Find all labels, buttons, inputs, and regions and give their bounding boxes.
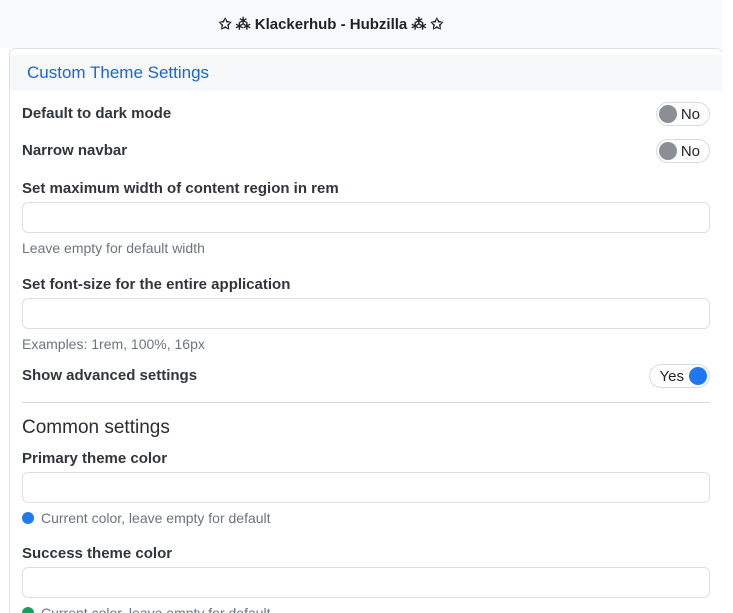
success-color-input[interactable] [22,567,710,598]
common-settings-heading: Common settings [22,415,710,441]
setting-row-narrow-navbar: Narrow navbar No [22,139,710,163]
success-color-label: Success theme color [22,544,710,564]
section-divider [22,402,710,403]
site-title: ✩ ⁂ Klackerhub - Hubzilla ⁂ ✩ [0,15,662,33]
advanced-settings-label: Show advanced settings [22,366,197,386]
top-navbar: ✩ ⁂ Klackerhub - Hubzilla ⁂ ✩ [0,0,722,48]
toggle-knob-icon [659,142,677,160]
success-color-help-text: Current color, leave empty for default [41,605,271,613]
setting-row-advanced: Show advanced settings Yes [22,364,710,388]
primary-color-help: Current color, leave empty for default [22,509,710,527]
toggle-knob-icon [689,367,707,385]
dark-mode-toggle-state: No [681,106,700,123]
dark-mode-label: Default to dark mode [22,104,171,124]
font-size-help: Examples: 1rem, 100%, 16px [22,335,710,353]
primary-color-dot-icon [22,512,34,524]
success-color-dot-icon [22,607,34,613]
primary-color-help-text: Current color, leave empty for default [41,510,271,526]
narrow-navbar-toggle-state: No [681,143,700,160]
advanced-settings-toggle-state: Yes [660,368,684,385]
narrow-navbar-label: Narrow navbar [22,141,127,161]
dark-mode-toggle[interactable]: No [656,102,710,126]
panel-title: Custom Theme Settings [10,55,722,91]
setting-row-dark-mode: Default to dark mode No [22,102,710,126]
max-width-input[interactable] [22,202,710,233]
font-size-input[interactable] [22,298,710,329]
custom-theme-settings-panel: Custom Theme Settings Default to dark mo… [9,48,723,613]
success-color-help: Current color, leave empty for default [22,604,710,613]
narrow-navbar-toggle[interactable]: No [656,139,710,163]
max-width-label: Set maximum width of content region in r… [22,179,710,199]
scrollbar-track[interactable] [722,0,733,613]
font-size-label: Set font-size for the entire application [22,275,710,295]
primary-color-input[interactable] [22,472,710,503]
max-width-help: Leave empty for default width [22,239,710,257]
primary-color-label: Primary theme color [22,449,710,469]
toggle-knob-icon [659,105,677,123]
advanced-settings-toggle[interactable]: Yes [649,364,710,388]
